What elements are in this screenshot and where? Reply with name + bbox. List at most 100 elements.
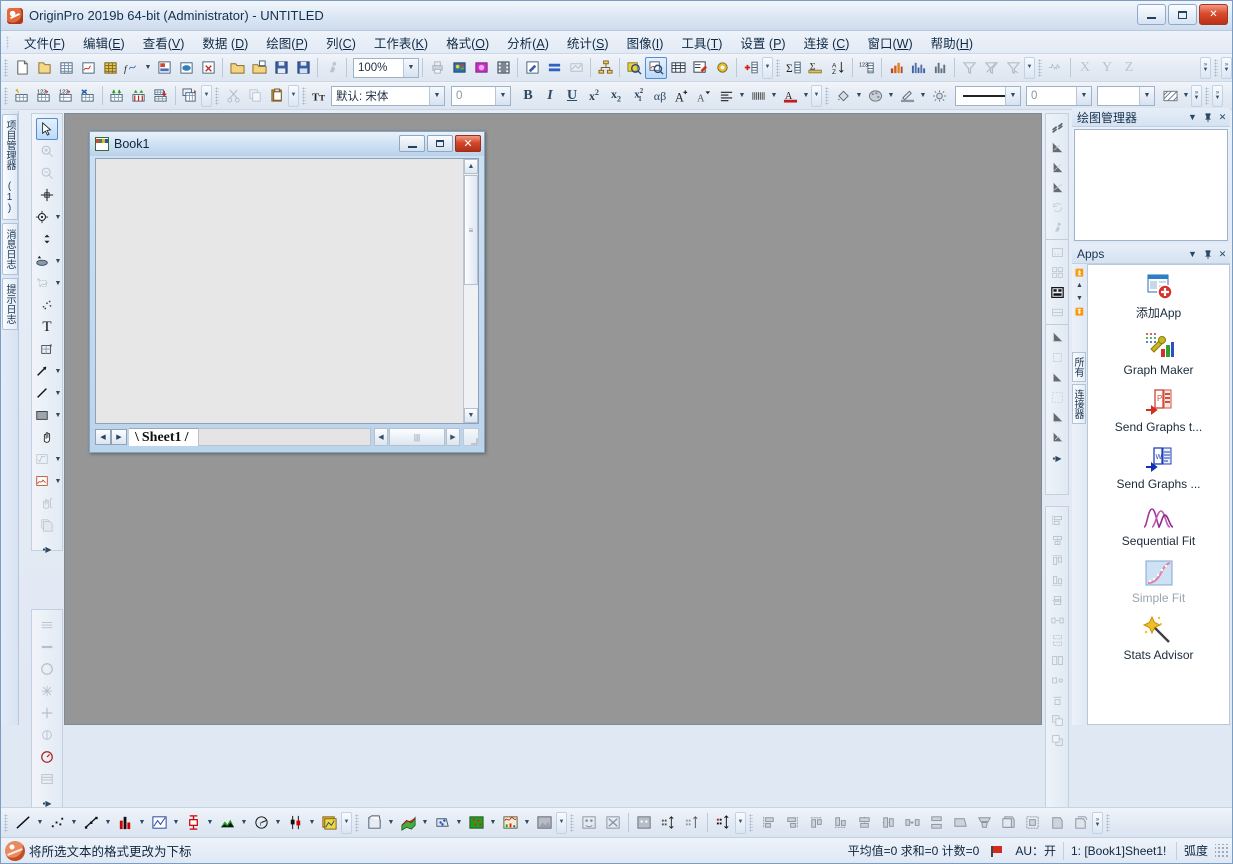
align-top-icon[interactable] [1046,549,1068,571]
font-size-dropdown-icon[interactable]: ▼ [495,87,510,105]
interpolate-icon[interactable] [1046,156,1068,178]
plot-manager-body[interactable] [1074,129,1228,241]
unmask-range-icon[interactable] [680,811,704,835]
book1-resize-grip[interactable] [463,428,479,446]
style-toolbar-grip[interactable] [825,87,829,105]
statistics-on-rows-icon[interactable]: Σ [805,57,827,79]
increase-font-icon[interactable]: A [671,85,693,107]
chevron-down-icon[interactable]: ▼ [1185,110,1200,125]
toolbar-grip[interactable] [4,59,8,77]
style-toolbar-overflow-2[interactable]: »▼ [1212,85,1223,107]
super-subscript-icon[interactable]: x21 [627,85,649,107]
toolbar-expand-1[interactable]: »▼ [1200,57,1211,79]
mask-toolbar-grip[interactable] [570,814,574,832]
pattern-dropdown-icon[interactable]: ▼ [1181,85,1191,107]
apps-tab-all[interactable]: 所有 [1072,352,1086,382]
hscroll-left-button[interactable]: ◀ [374,428,388,446]
speed-mode-graph-icon[interactable] [1046,301,1068,323]
gradient-icon[interactable] [36,658,58,680]
regional-data-selector-dropdown-icon[interactable]: ▼ [53,250,63,272]
greek-icon[interactable]: αβ [649,85,671,107]
screen-reader-tool-icon[interactable] [36,184,58,206]
fill-row-numbers-icon[interactable]: 123 [33,85,55,107]
book1-close-button[interactable]: ✕ [455,135,481,152]
italic-icon[interactable]: I [539,85,561,107]
standard-toolbar-overflow[interactable]: ▼ [762,57,773,79]
close-icon[interactable]: ✕ [1215,110,1230,125]
regional-mask-dropdown-icon[interactable]: ▼ [53,272,63,294]
high-low-close-dropdown-icon[interactable]: ▼ [307,812,317,834]
extrapolate-icon[interactable] [1046,136,1068,158]
3d-surface-dropdown-icon[interactable]: ▼ [420,812,430,834]
font-type-icon[interactable]: TT [309,85,331,107]
axis-bottom-left-icon[interactable] [1046,326,1068,348]
zoom-out-tool-icon[interactable] [36,162,58,184]
x-function-icon[interactable]: X [1074,57,1096,79]
align-object-center-icon[interactable] [876,811,900,835]
3d-wall-icon[interactable] [362,811,386,835]
symbol-size-icon[interactable] [36,702,58,724]
same-size-objects-icon[interactable] [948,811,972,835]
insert-col-icon[interactable] [150,85,172,107]
font-size-combo[interactable]: 0 ▼ [451,86,511,106]
distribute-objects-v-icon[interactable] [924,811,948,835]
menu-item-12[interactable]: 工具(T) [672,30,731,55]
3d-toolbar-overflow[interactable]: ▼ [556,812,567,834]
3d-scatter-dropdown-icon[interactable]: ▼ [454,812,464,834]
align-object-left-icon[interactable] [756,811,780,835]
format-toolbar-grip[interactable] [302,87,306,105]
scroll-down-icon[interactable]: ▼ [1073,292,1086,305]
menu-item-4[interactable]: 数据 (D) [193,30,257,55]
histogram-icon[interactable] [885,57,907,79]
app-item-1[interactable]: 添加App [1088,273,1229,320]
align-object-right-icon[interactable] [780,811,804,835]
box-chart-icon[interactable] [181,811,205,835]
filter-icon[interactable] [958,57,980,79]
merge-graph-icon[interactable] [1046,241,1068,263]
minimize-button[interactable] [1137,4,1166,25]
align-object-bottom-icon[interactable] [828,811,852,835]
rectangle-tool-icon[interactable] [31,404,53,426]
line-tool-dropdown-icon[interactable]: ▼ [53,382,63,404]
arrow-tool-dropdown-icon[interactable]: ▼ [53,360,63,382]
tools-expand-icon[interactable]: ▪▶ [36,539,58,561]
new-layout-icon[interactable] [153,57,175,79]
reapply-filter-icon[interactable] [1002,57,1024,79]
peak-analyzer-icon[interactable] [1045,57,1067,79]
line-symbol-dropdown-icon[interactable]: ▼ [103,812,113,834]
worksheet-horizontal-scrollbar[interactable]: ◀ ||| ▶ [374,428,460,446]
cut-icon[interactable] [222,85,244,107]
open-excel-icon[interactable] [248,57,270,79]
edit-toolbar-grip[interactable] [215,87,219,105]
font-family-dropdown-icon[interactable]: ▼ [429,87,444,105]
project-explorer-tab[interactable]: 项目管理器 (1) [2,114,18,220]
save-project-icon[interactable] [270,57,292,79]
same-size-icon[interactable] [1046,649,1068,671]
merge-icon[interactable] [543,57,565,79]
bold-icon[interactable]: B [517,85,539,107]
mask-points-icon[interactable] [577,811,601,835]
axis-box-icon[interactable] [1046,346,1068,368]
app-item-4[interactable]: WSend Graphs ... [1088,444,1229,491]
underline-icon[interactable]: U [561,85,583,107]
region-tool-icon[interactable] [31,470,53,492]
graph-toolbar-overflow[interactable]: ▼ [341,812,352,834]
format-toolbar-overflow[interactable]: ▼ [811,85,822,107]
app-item-7[interactable]: Stats Advisor [1088,615,1229,662]
distribute-h-icon[interactable] [1046,609,1068,631]
open-project-icon[interactable] [226,57,248,79]
distribute-v-icon[interactable] [1046,629,1068,651]
data-reader-tool-icon[interactable] [31,206,53,228]
new-project-icon[interactable] [11,57,33,79]
menu-item-16[interactable]: 帮助(H) [922,30,982,55]
line-width-dropdown-icon[interactable]: ▼ [1076,87,1091,105]
menu-item-13[interactable]: 设置 (P) [731,30,794,55]
status-auto-update[interactable]: AU：开 [1008,842,1063,860]
screen-reader-icon[interactable] [645,57,667,79]
flag-icon[interactable] [991,846,1003,856]
bottom-toolbar-grip-end[interactable] [1106,814,1110,832]
group-icon[interactable] [1046,689,1068,711]
align-bottom-icon[interactable] [1046,569,1068,591]
toolbar-grip-end[interactable] [1214,59,1218,77]
rotate-tool-icon[interactable] [36,492,58,514]
